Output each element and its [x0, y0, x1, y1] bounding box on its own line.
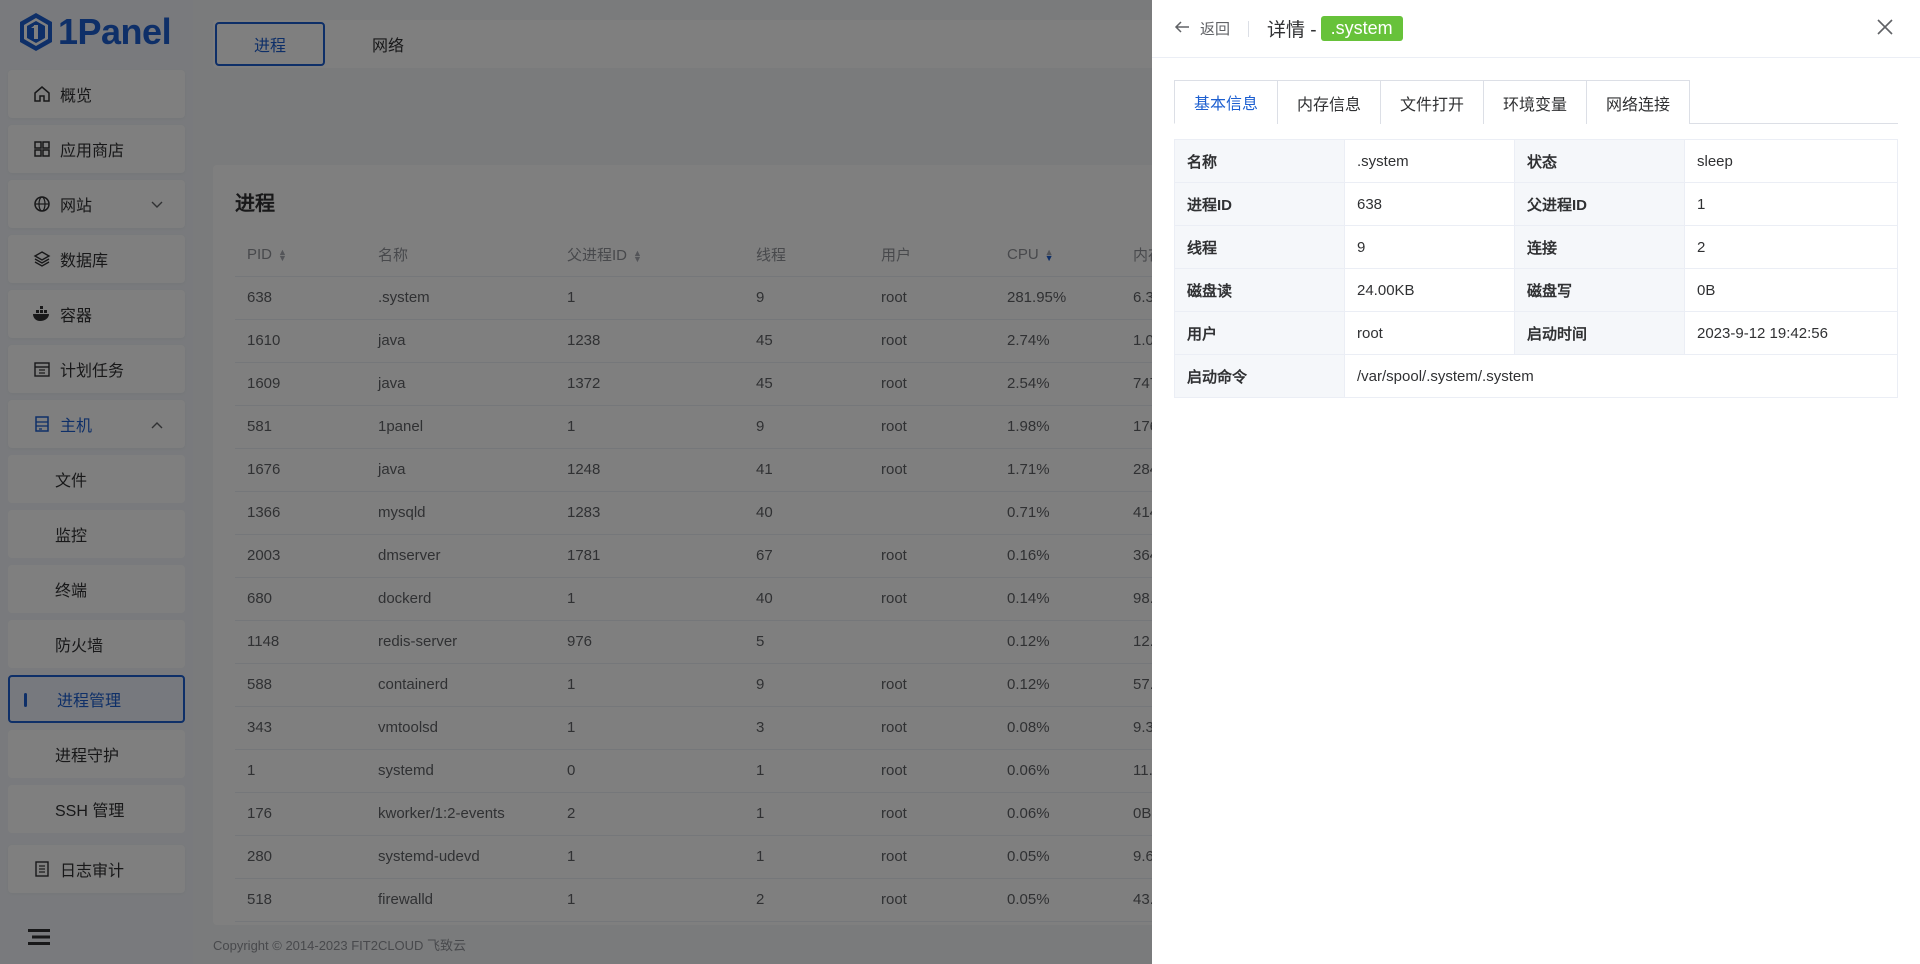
back-label: 返回 — [1200, 21, 1231, 38]
info-label: 线程 — [1174, 225, 1345, 269]
info-value: 9 — [1344, 225, 1515, 269]
info-value: sleep — [1684, 139, 1898, 183]
info-label: 用户 — [1174, 311, 1345, 355]
close-icon[interactable] — [1874, 16, 1896, 38]
info-row: 线程 9 连接 2 — [1174, 225, 1898, 269]
drawer-title: 详情 - — [1267, 20, 1317, 41]
info-row: 用户 root 启动时间 2023-9-12 19:42:56 — [1174, 311, 1898, 355]
tab-basic-info[interactable]: 基本信息 — [1174, 80, 1278, 124]
info-label: 进程ID — [1174, 182, 1345, 226]
detail-drawer: 返回 详情 - .system 基本信息 内存信息 文件打开 环境变量 网络连接… — [1152, 0, 1920, 964]
info-label: 父进程ID — [1514, 182, 1685, 226]
tab-memory-info[interactable]: 内存信息 — [1277, 80, 1381, 124]
info-value: 0B — [1684, 268, 1898, 312]
basic-info-table: 名称 .system 状态 sleep 进程ID 638 父进程ID 1 线程 … — [1174, 139, 1898, 398]
info-label: 状态 — [1514, 139, 1685, 183]
info-value: .system — [1344, 139, 1515, 183]
drawer-header: 返回 详情 - .system — [1152, 0, 1920, 58]
tab-open-files[interactable]: 文件打开 — [1380, 80, 1484, 124]
arrow-left-icon — [1174, 18, 1190, 39]
info-value: root — [1344, 311, 1515, 355]
info-row: 进程ID 638 父进程ID 1 — [1174, 182, 1898, 226]
tab-env-vars[interactable]: 环境变量 — [1483, 80, 1587, 124]
info-label: 磁盘读 — [1174, 268, 1345, 312]
info-value: 24.00KB — [1344, 268, 1515, 312]
tab-net-connections[interactable]: 网络连接 — [1586, 80, 1690, 124]
back-button[interactable]: 返回 — [1174, 18, 1230, 39]
header-divider — [1248, 20, 1250, 37]
info-value: 1 — [1684, 182, 1898, 226]
info-row: 磁盘读 24.00KB 磁盘写 0B — [1174, 268, 1898, 312]
info-label: 名称 — [1174, 139, 1345, 183]
info-label: 启动时间 — [1514, 311, 1685, 355]
info-value: 2023-9-12 19:42:56 — [1684, 311, 1898, 355]
info-row: 名称 .system 状态 sleep — [1174, 139, 1898, 183]
detail-tabs: 基本信息 内存信息 文件打开 环境变量 网络连接 — [1174, 80, 1898, 124]
modal-overlay[interactable] — [0, 0, 1152, 964]
info-value: 2 — [1684, 225, 1898, 269]
info-label: 磁盘写 — [1514, 268, 1685, 312]
process-name-tag: .system — [1320, 16, 1403, 41]
info-value: /var/spool/.system/.system — [1344, 354, 1898, 398]
info-row: 启动命令 /var/spool/.system/.system — [1174, 354, 1898, 398]
info-label: 连接 — [1514, 225, 1685, 269]
info-value: 638 — [1344, 182, 1515, 226]
info-label: 启动命令 — [1174, 354, 1345, 398]
